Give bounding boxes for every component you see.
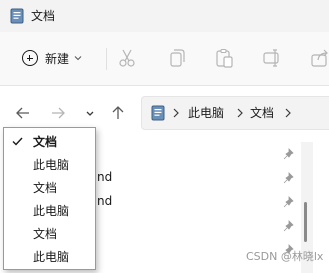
menu-item-label: 文档 [33, 181, 58, 195]
forward-arrow-icon[interactable] [48, 103, 68, 123]
breadcrumb-this-pc[interactable]: 此电脑 [188, 106, 224, 120]
document-folder-icon [10, 8, 24, 24]
watermark: CSDN @林晓lx [246, 250, 324, 263]
chevron-down-icon [74, 56, 82, 61]
new-button[interactable]: 新建 [16, 44, 96, 72]
menu-item-label: 文档 [33, 227, 58, 241]
menu-item-this-pc[interactable]: 此电脑 [4, 200, 95, 223]
up-arrow-icon[interactable] [108, 103, 128, 123]
recent-locations-menu: 文档 此电脑 文档 此电脑 文档 此电脑 [3, 127, 96, 270]
menu-item-documents[interactable]: 文档 [4, 223, 95, 246]
menu-item-this-pc[interactable]: 此电脑 [4, 154, 95, 177]
document-folder-icon [151, 105, 165, 121]
scrollbar-thumb[interactable] [304, 202, 307, 242]
list-item-tail[interactable]: nd [97, 170, 112, 184]
chevron-right-icon[interactable] [284, 108, 292, 118]
add-icon [22, 50, 38, 66]
menu-item-documents[interactable]: 文档 [4, 177, 95, 200]
chevron-right-icon[interactable] [236, 108, 244, 118]
pin-icon [283, 220, 294, 232]
menu-item-label: 文档 [33, 135, 58, 149]
menu-item-this-pc[interactable]: 此电脑 [4, 246, 95, 269]
menu-item-label: 此电脑 [33, 204, 70, 218]
checkmark-icon [12, 137, 23, 146]
share-icon[interactable] [309, 47, 329, 69]
address-bar[interactable]: 此电脑 文档 [141, 96, 329, 130]
back-arrow-icon[interactable] [13, 103, 33, 123]
menu-item-label: 此电脑 [33, 250, 70, 264]
chevron-right-icon[interactable] [172, 108, 180, 118]
new-button-label: 新建 [45, 51, 70, 66]
pin-icon [283, 172, 294, 184]
recent-locations-chevron-icon[interactable] [80, 103, 100, 123]
menu-item-label: 此电脑 [33, 158, 70, 172]
menu-item-documents[interactable]: 文档 [4, 131, 95, 154]
command-bar: 新建 [0, 32, 329, 86]
pin-icon [283, 148, 294, 160]
list-item-tail[interactable]: nd [97, 194, 112, 208]
rename-icon[interactable] [261, 47, 283, 69]
pin-icon [283, 196, 294, 208]
cut-icon[interactable] [116, 47, 138, 69]
window-title: 文档 [31, 9, 56, 23]
paste-icon[interactable] [213, 47, 235, 69]
copy-icon[interactable] [165, 47, 187, 69]
breadcrumb-documents[interactable]: 文档 [250, 106, 274, 120]
title-bar[interactable]: 文档 [0, 0, 329, 32]
toolbar-divider [106, 48, 107, 70]
